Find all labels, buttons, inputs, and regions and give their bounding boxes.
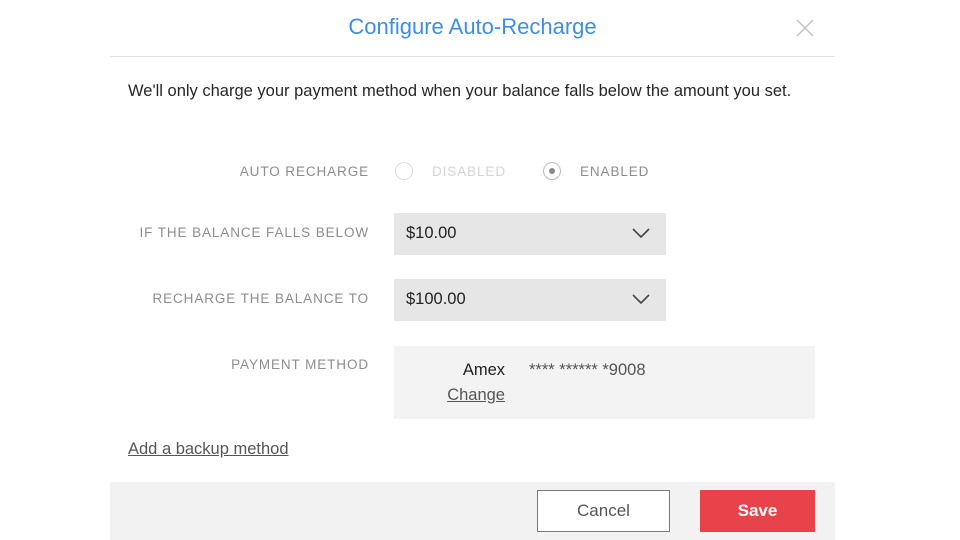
auto-recharge-label: AUTO RECHARGE: [239, 164, 369, 179]
cancel-button[interactable]: Cancel: [537, 490, 670, 532]
card-number: **** ****** *9008: [529, 361, 646, 379]
chevron-down-icon: [632, 294, 650, 305]
recharge-to-select[interactable]: $100.00: [394, 279, 666, 321]
recharge-to-label: RECHARGE THE BALANCE TO: [152, 291, 369, 306]
change-payment-link[interactable]: Change: [447, 386, 505, 405]
close-button[interactable]: [795, 18, 815, 38]
radio-disabled[interactable]: [395, 162, 413, 180]
save-button[interactable]: Save: [700, 490, 815, 532]
dialog-description: We'll only charge your payment method wh…: [128, 82, 792, 100]
dialog-title: Configure Auto-Recharge: [348, 14, 597, 39]
radio-disabled-label[interactable]: DISABLED: [432, 164, 506, 179]
radio-enabled-label[interactable]: ENABLED: [580, 164, 649, 179]
recharge-to-value: $100.00: [406, 290, 466, 308]
auto-recharge-dialog: Configure Auto-Recharge We'll only charg…: [110, 0, 835, 540]
threshold-select[interactable]: $10.00: [394, 213, 666, 255]
dialog-header: Configure Auto-Recharge: [110, 0, 835, 57]
chevron-down-icon: [632, 228, 650, 239]
payment-method-label: PAYMENT METHOD: [231, 357, 369, 372]
close-icon: [796, 19, 814, 37]
threshold-label: IF THE BALANCE FALLS BELOW: [139, 225, 369, 240]
payment-method-box: Amex **** ****** *9008 Change: [394, 346, 815, 419]
card-brand: Amex: [462, 361, 505, 379]
add-backup-method-link[interactable]: Add a backup method: [128, 440, 289, 459]
threshold-value: $10.00: [406, 224, 457, 242]
radio-enabled[interactable]: [543, 162, 561, 180]
dialog-footer: Cancel Save: [110, 482, 835, 540]
